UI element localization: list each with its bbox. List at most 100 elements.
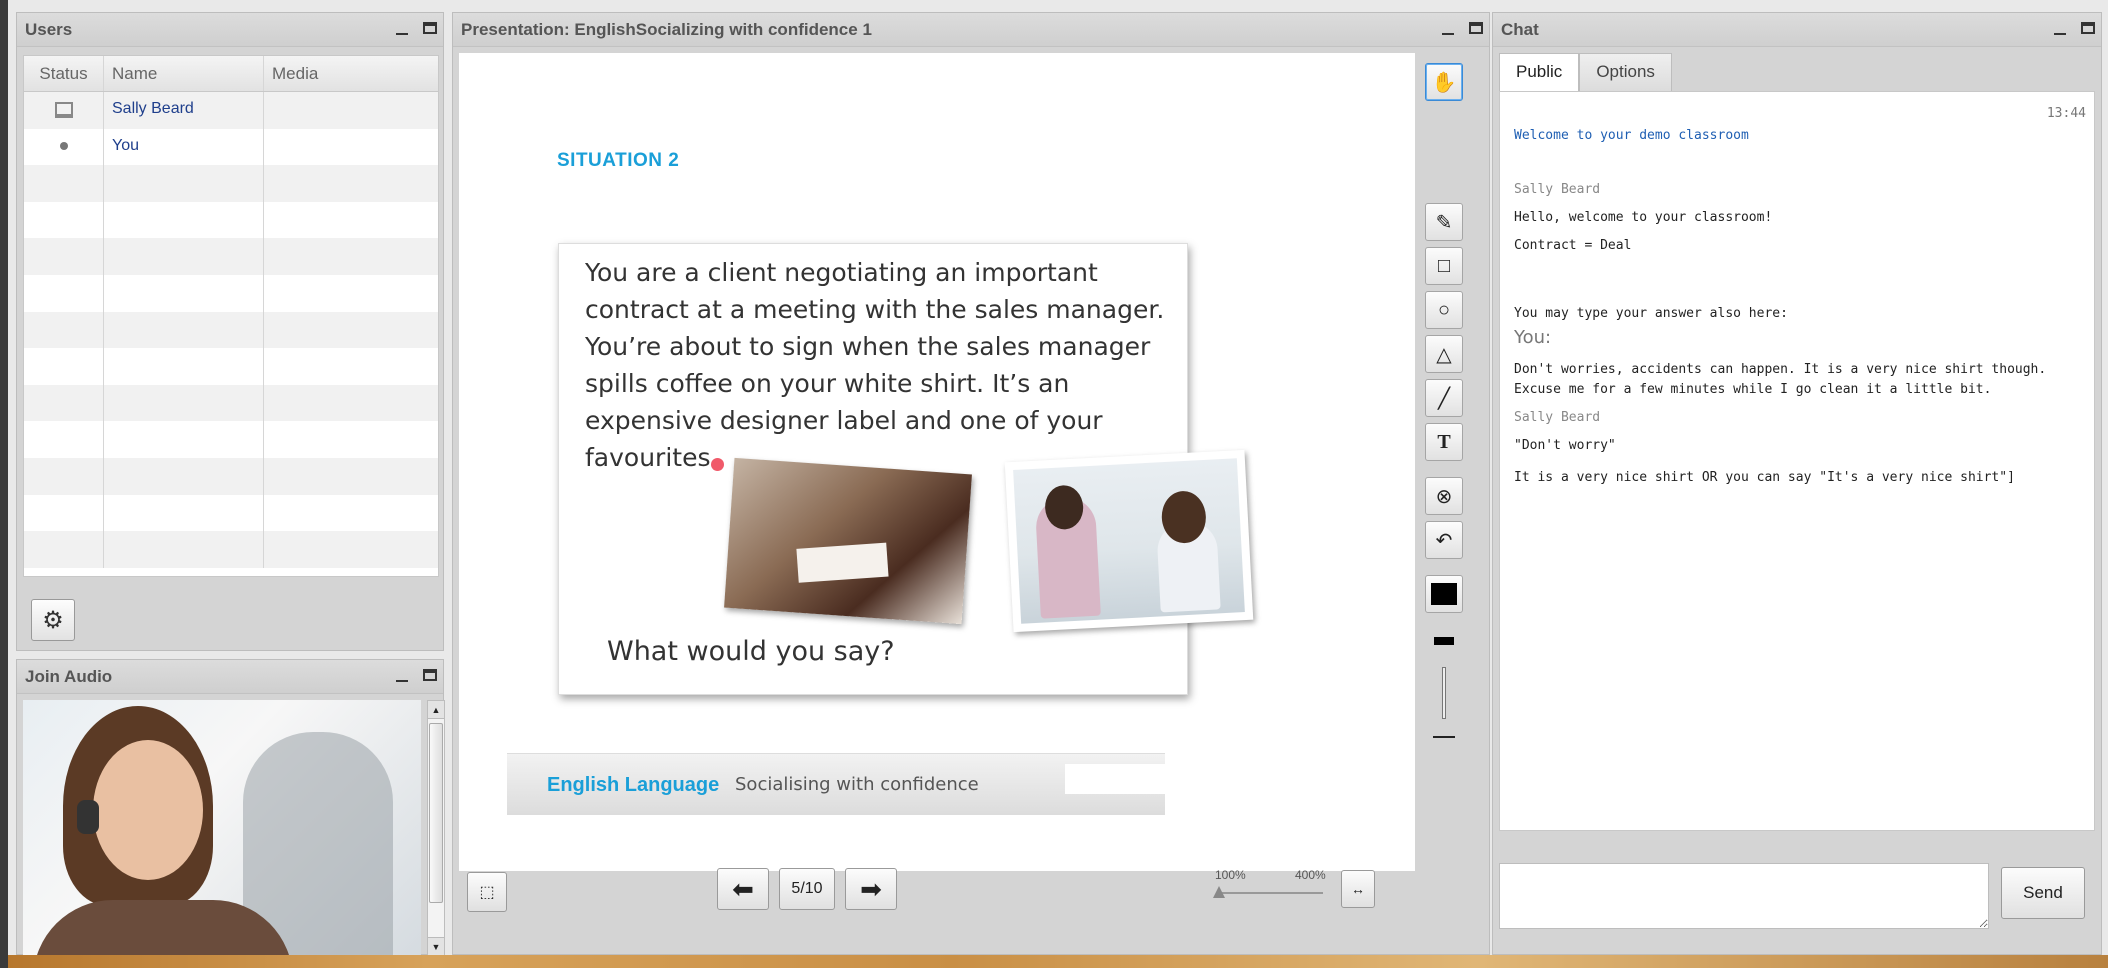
- users-table: Status Name Media Sally Beard You: [23, 55, 439, 577]
- presentation-nav-bar: ⬚ ⬅ 5/10 ➡ 100% 400% ↔: [453, 868, 1533, 920]
- chat-timestamp: 13:44: [2046, 106, 2086, 121]
- scroll-up-icon[interactable]: ▲: [428, 701, 444, 719]
- undo-tool[interactable]: ↶: [1425, 521, 1463, 559]
- next-slide-button[interactable]: ➡: [845, 868, 897, 910]
- tab-options[interactable]: Options: [1579, 53, 1672, 91]
- settings-button[interactable]: ⚙: [31, 599, 75, 641]
- empty-cell: [24, 238, 104, 275]
- chat-panel-title: Chat: [1493, 13, 2101, 47]
- empty-user-row: [24, 165, 438, 202]
- users-table-rows: Sally Beard You: [24, 92, 438, 166]
- user-media: [264, 92, 438, 129]
- column-name[interactable]: Name: [104, 56, 264, 91]
- empty-cell: [104, 274, 264, 312]
- window-frame-left: [0, 0, 8, 968]
- audio-panel: Join Audio ▲ ▼: [16, 659, 445, 956]
- empty-cell: [264, 495, 438, 532]
- chat-speaker: Sally Beard: [1514, 182, 1601, 197]
- empty-cell: [24, 457, 104, 495]
- triangle-tool[interactable]: △: [1425, 335, 1463, 373]
- arrow-right-icon: ➡: [860, 873, 882, 904]
- empty-user-row: [24, 274, 438, 312]
- empty-user-row: [24, 238, 438, 275]
- minimize-button[interactable]: [395, 666, 409, 684]
- thickness-slider-icon[interactable]: [1442, 667, 1446, 719]
- chat-panel: Chat Public Options 13:44 Welcome to you…: [1492, 12, 2102, 955]
- contract-paper: [796, 542, 889, 583]
- annotation-toolbar: ✋ ✎ □ ○ △ ╱ T ⊗ ↶: [1421, 53, 1467, 868]
- zoom-min-label: 100%: [1215, 868, 1246, 882]
- chat-message: Contract = Deal: [1514, 238, 1632, 253]
- empty-cell: [104, 348, 264, 385]
- line-tool[interactable]: ╱: [1425, 379, 1463, 417]
- empty-cell: [24, 384, 104, 422]
- empty-rows: [24, 165, 438, 568]
- user-name: Sally Beard: [104, 92, 264, 129]
- scroll-thumb[interactable]: [429, 723, 443, 903]
- empty-cell: [104, 421, 264, 458]
- photo-signing-contract: [724, 457, 972, 625]
- chat-welcome: Welcome to your demo classroom: [1514, 128, 1749, 143]
- empty-cell: [264, 531, 438, 568]
- chat-log[interactable]: 13:44 Welcome to your demo classroom Sal…: [1499, 91, 2095, 831]
- audio-window-buttons: [395, 666, 437, 684]
- empty-user-row: [24, 384, 438, 422]
- chat-speaker: You:: [1514, 327, 1552, 348]
- line-icon: ╱: [1437, 387, 1451, 410]
- pencil-icon: ✎: [1435, 211, 1453, 234]
- presentation-panel: Presentation: EnglishSocializing with co…: [452, 12, 1490, 955]
- tab-public[interactable]: Public: [1499, 53, 1580, 91]
- minimize-button[interactable]: [395, 19, 409, 37]
- maximize-button[interactable]: [2081, 22, 2095, 34]
- empty-cell: [24, 201, 104, 239]
- audio-scrollbar[interactable]: ▲ ▼: [427, 700, 445, 956]
- maximize-button[interactable]: [423, 22, 437, 34]
- zoom-slider-thumb[interactable]: [1213, 886, 1225, 898]
- clear-tool[interactable]: ⊗: [1425, 477, 1463, 515]
- upload-button[interactable]: ⬚: [467, 872, 507, 912]
- color-picker[interactable]: [1425, 575, 1463, 613]
- slide-card: You are a client negotiating an importan…: [558, 243, 1254, 695]
- empty-cell: [264, 421, 438, 458]
- chat-input[interactable]: [1499, 863, 1989, 929]
- chat-message: It is a very nice shirt OR you can say "…: [1514, 470, 2015, 485]
- rectangle-tool[interactable]: □: [1425, 247, 1463, 285]
- slide-canvas[interactable]: SITUATION 2 You are a client negotiating…: [459, 53, 1415, 871]
- meeting-scene: [1013, 458, 1245, 624]
- zoom-slider-track[interactable]: [1219, 892, 1323, 894]
- prev-slide-button[interactable]: ⬅: [717, 868, 769, 910]
- slide-footer: English Language Socialising with confid…: [507, 753, 1165, 815]
- chat-message: "Don't worry": [1514, 438, 1616, 453]
- user-row-sally[interactable]: Sally Beard: [24, 92, 438, 129]
- status-cell: [24, 128, 104, 166]
- user-row-you[interactable]: You: [24, 128, 438, 166]
- users-panel: Users Status Name Media Sally Beard You …: [16, 12, 444, 651]
- empty-user-row: [24, 201, 438, 239]
- status-cell: [24, 92, 104, 129]
- slide-heading: SITUATION 2: [557, 150, 680, 171]
- empty-user-row: [24, 531, 438, 568]
- maximize-button[interactable]: [423, 669, 437, 681]
- maximize-button[interactable]: [1469, 22, 1483, 34]
- text-tool[interactable]: T: [1425, 423, 1463, 461]
- minimize-button[interactable]: [1441, 19, 1455, 37]
- fit-width-button[interactable]: ↔: [1341, 870, 1375, 908]
- minimize-button[interactable]: [2053, 19, 2067, 37]
- headset-icon: [77, 800, 99, 834]
- send-button[interactable]: Send: [2001, 867, 2085, 919]
- column-media[interactable]: Media: [264, 56, 438, 91]
- column-status[interactable]: Status: [24, 56, 104, 91]
- scroll-down-icon[interactable]: ▼: [428, 937, 444, 955]
- users-table-header: Status Name Media: [24, 56, 438, 92]
- circle-tool[interactable]: ○: [1425, 291, 1463, 329]
- presenter-face: [93, 740, 203, 880]
- pencil-tool[interactable]: ✎: [1425, 203, 1463, 241]
- hand-tool[interactable]: ✋: [1425, 63, 1463, 101]
- page-indicator[interactable]: 5/10: [779, 868, 835, 910]
- empty-cell: [264, 312, 438, 349]
- empty-cell: [24, 531, 104, 568]
- empty-cell: [24, 494, 104, 532]
- chat-message: Don't worries, accidents can happen. It …: [1514, 362, 2047, 397]
- users-window-buttons: [395, 19, 437, 37]
- circle-icon: ○: [1437, 298, 1451, 321]
